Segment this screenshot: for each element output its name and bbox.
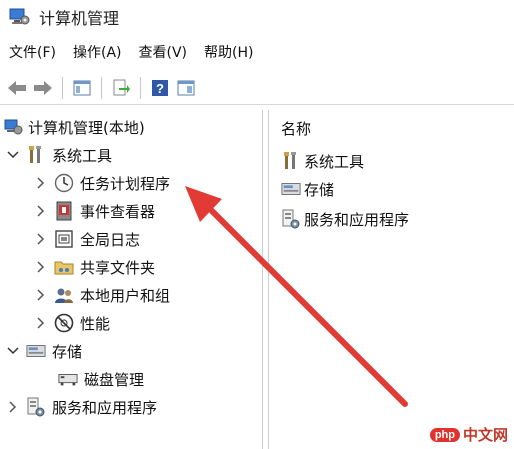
services-icon xyxy=(281,209,301,229)
computer-management-icon xyxy=(9,8,30,24)
storage-icon xyxy=(281,179,301,199)
svg-text:?: ? xyxy=(156,81,164,96)
chevron-down-icon[interactable] xyxy=(6,148,20,162)
tree-item-task-scheduler[interactable]: 任务计划程序 xyxy=(34,170,170,196)
help-button[interactable]: ? xyxy=(147,75,173,101)
console-tree: 计算机管理(本地) 系统工具 任务计划程序 事件查看器 全局日志 共享文件夹 本… xyxy=(0,110,263,449)
chevron-right-icon[interactable] xyxy=(34,260,48,274)
tree-item-label: 任务计划程序 xyxy=(80,174,171,193)
back-button[interactable] xyxy=(4,75,30,101)
toolbar: ? xyxy=(0,72,514,105)
window-title: 计算机管理 xyxy=(39,8,120,28)
tree-item-disk-management[interactable]: 磁盘管理 xyxy=(58,366,144,392)
log-icon xyxy=(54,229,74,249)
forward-button[interactable] xyxy=(30,75,56,101)
menu-bar: 文件(F) 操作(A) 查看(V) 帮助(H) xyxy=(0,40,514,64)
tree-item-label: 计算机管理(本地) xyxy=(28,118,145,137)
tree-item-shared-folders[interactable]: 共享文件夹 xyxy=(34,254,155,280)
tree-item-label: 全局日志 xyxy=(80,230,141,249)
toolbar-separator xyxy=(140,77,141,99)
tree-item-storage[interactable]: 存储 xyxy=(6,338,82,364)
chevron-right-icon[interactable] xyxy=(34,204,48,218)
chevron-right-icon[interactable] xyxy=(34,232,48,246)
list-item-label: 存储 xyxy=(304,180,335,199)
list-item-label: 服务和应用程序 xyxy=(304,210,410,229)
tools-icon xyxy=(281,151,301,171)
list-item-storage[interactable]: 存储 xyxy=(281,176,334,202)
storage-icon xyxy=(26,341,46,361)
properties-button[interactable] xyxy=(173,75,199,101)
watermark-badge: php xyxy=(429,427,460,442)
export-list-button[interactable] xyxy=(108,75,134,101)
result-pane: 名称 系统工具 存储 服务和应用程序 xyxy=(268,110,514,449)
chevron-right-icon[interactable] xyxy=(6,400,20,414)
chevron-down-icon[interactable] xyxy=(6,344,20,358)
tree-item-label: 性能 xyxy=(80,314,111,333)
list-item-system-tools[interactable]: 系统工具 xyxy=(281,148,364,174)
export-list-icon xyxy=(113,79,130,96)
toolbar-separator xyxy=(101,77,102,99)
tree-item-local-users-groups[interactable]: 本地用户和组 xyxy=(34,282,170,308)
tree-item-label: 存储 xyxy=(52,342,83,361)
clock-icon xyxy=(54,173,74,193)
list-item-label: 系统工具 xyxy=(304,152,365,171)
menu-view[interactable]: 查看(V) xyxy=(130,42,196,62)
chevron-right-icon[interactable] xyxy=(34,316,48,330)
tools-icon xyxy=(26,145,46,165)
computer-management-icon xyxy=(4,117,24,137)
services-icon xyxy=(26,397,46,417)
tree-item-root[interactable]: 计算机管理(本地) xyxy=(4,114,145,140)
tree-item-label: 事件查看器 xyxy=(80,202,156,221)
properties-icon xyxy=(177,80,195,96)
shared-folder-icon xyxy=(54,257,74,277)
show-hide-console-tree-icon xyxy=(73,80,91,96)
tree-item-label: 服务和应用程序 xyxy=(52,398,158,417)
tree-item-label: 磁盘管理 xyxy=(84,370,145,389)
toolbar-separator xyxy=(62,77,63,99)
watermark-logo: php 中文网 xyxy=(429,424,508,445)
chevron-right-icon[interactable] xyxy=(34,176,48,190)
menu-help[interactable]: 帮助(H) xyxy=(195,42,261,62)
column-header-name[interactable]: 名称 xyxy=(281,118,311,139)
help-icon: ? xyxy=(152,80,168,96)
watermark-text: 中文网 xyxy=(462,427,508,444)
tree-item-event-viewer[interactable]: 事件查看器 xyxy=(34,198,155,224)
chevron-right-icon[interactable] xyxy=(34,288,48,302)
tree-item-global-log[interactable]: 全局日志 xyxy=(34,226,140,252)
users-icon xyxy=(54,285,74,305)
tree-item-system-tools[interactable]: 系统工具 xyxy=(6,142,112,168)
tree-item-label: 本地用户和组 xyxy=(80,286,171,305)
tree-item-label: 共享文件夹 xyxy=(80,258,156,277)
tree-item-services-applications[interactable]: 服务和应用程序 xyxy=(6,394,157,420)
no-entry-icon xyxy=(54,313,74,333)
event-viewer-icon xyxy=(54,201,74,221)
show-hide-tree-button[interactable] xyxy=(69,75,95,101)
title-bar: 计算机管理 xyxy=(0,0,514,33)
tree-item-performance[interactable]: 性能 xyxy=(34,310,110,336)
menu-action[interactable]: 操作(A) xyxy=(64,42,130,62)
list-item-services-applications[interactable]: 服务和应用程序 xyxy=(281,206,409,232)
forward-arrow-icon xyxy=(34,81,52,95)
back-arrow-icon xyxy=(8,81,26,95)
menu-file[interactable]: 文件(F) xyxy=(0,42,64,62)
tree-item-label: 系统工具 xyxy=(52,146,113,165)
disk-icon xyxy=(58,369,78,389)
